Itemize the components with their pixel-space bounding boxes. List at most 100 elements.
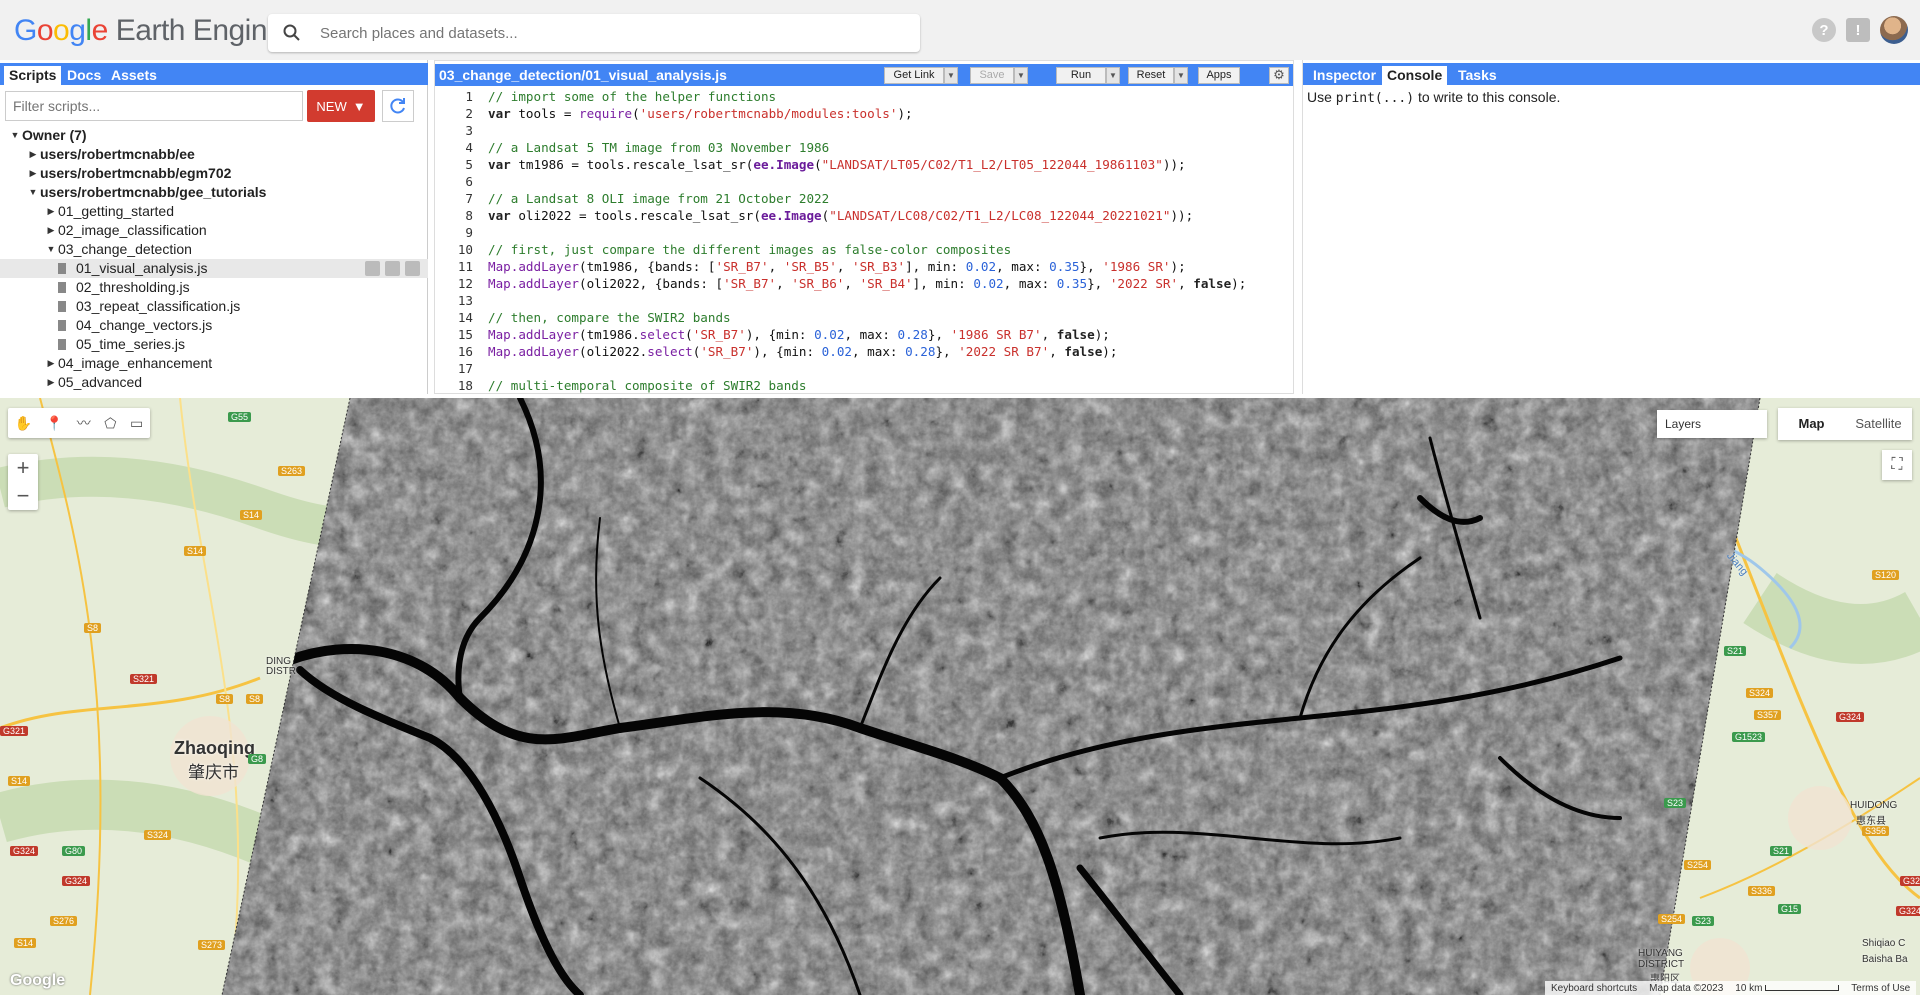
tab-assets[interactable]: Assets	[106, 66, 162, 85]
code-text: Map.addLayer(tm1986.select('SR_B7'), {mi…	[488, 327, 1110, 342]
get-link-button[interactable]: Get Link	[884, 67, 944, 84]
run-button[interactable]: Run	[1056, 67, 1106, 84]
chevron-right-icon[interactable]: ▶	[46, 354, 56, 373]
chevron-down-icon[interactable]: ▼	[10, 126, 20, 145]
script-file-item[interactable]: 01_visual_analysis.js	[0, 259, 428, 278]
avatar[interactable]	[1880, 16, 1908, 44]
tab-docs[interactable]: Docs	[62, 66, 106, 85]
code-line[interactable]: 4 // a Landsat 5 TM image from 03 Novembe…	[435, 139, 1293, 156]
script-folder-item[interactable]: ▼ users/robertmcnabb/gee_tutorials	[0, 183, 428, 202]
chevron-down-icon[interactable]: ▼	[28, 183, 38, 202]
terms-link[interactable]: Terms of Use	[1851, 983, 1910, 994]
reset-button[interactable]: Reset	[1128, 67, 1174, 84]
apps-button[interactable]: Apps	[1198, 67, 1240, 84]
script-folder-item[interactable]: ▶ 01_getting_started	[0, 202, 428, 221]
tab-inspector[interactable]: Inspector	[1308, 66, 1381, 85]
chevron-down-icon[interactable]: ▼	[46, 240, 56, 259]
code-line[interactable]: 9	[435, 224, 1293, 241]
zoom-out-button[interactable]: −	[8, 482, 38, 510]
new-button[interactable]: NEW ▼	[307, 90, 375, 122]
script-file-item[interactable]: 04_change_vectors.js	[0, 316, 428, 335]
fullscreen-icon[interactable]: ⛶	[1882, 450, 1912, 480]
map-view[interactable]: ✋ 📍 〰 ⬠ ▭ + − Layers Map Satellite ⛶ Zha…	[0, 398, 1920, 995]
code-line[interactable]: 5 var tm1986 = tools.rescale_lsat_sr(ee.I…	[435, 156, 1293, 173]
refresh-button[interactable]	[382, 90, 414, 122]
rectangle-icon[interactable]: ▭	[130, 415, 143, 432]
point-marker-icon[interactable]: 📍	[46, 415, 63, 432]
map-type-map-button[interactable]: Map	[1778, 408, 1845, 440]
tab-console[interactable]: Console	[1382, 66, 1448, 85]
road-badge: S14	[14, 938, 37, 948]
line-number: 14	[457, 310, 473, 325]
code-line[interactable]: 16 Map.addLayer(oli2022.select('SR_B7'), …	[435, 343, 1293, 360]
code-line[interactable]: 7 // a Landsat 8 OLI image from 21 Octobe…	[435, 190, 1293, 207]
code-line[interactable]: 13	[435, 292, 1293, 309]
line-number: 16	[457, 344, 473, 359]
code-line[interactable]: 10 // first, just compare the different i…	[435, 241, 1293, 258]
code-line[interactable]: 15 Map.addLayer(tm1986.select('SR_B7'), {…	[435, 326, 1293, 343]
search-box[interactable]	[268, 14, 920, 52]
polygon-icon[interactable]: ⬠	[104, 415, 116, 432]
chevron-right-icon[interactable]: ▶	[28, 164, 38, 183]
chevron-right-icon[interactable]: ▶	[46, 373, 56, 392]
reset-dropdown[interactable]: ▼	[1174, 67, 1188, 84]
code-line[interactable]: 12 Map.addLayer(oli2022, {bands: ['SR_B7'…	[435, 275, 1293, 292]
script-folder-item[interactable]: ▶ 05_advanced	[0, 373, 428, 392]
code-line[interactable]: 11 Map.addLayer(tm1986, {bands: ['SR_B7',…	[435, 258, 1293, 275]
tab-scripts[interactable]: Scripts	[4, 66, 62, 85]
earth-engine-logo[interactable]: Google Earth Engine	[14, 14, 284, 48]
code-text: // multi-temporal composite of SWIR2 ban…	[488, 378, 807, 393]
code-line[interactable]: 6	[435, 173, 1293, 190]
code-text: var oli2022 = tools.rescale_lsat_sr(ee.I…	[488, 208, 1194, 223]
filter-scripts-input[interactable]	[6, 92, 302, 120]
script-file-item[interactable]: 05_time_series.js	[0, 335, 428, 354]
script-folder-item[interactable]: ▶ users/robertmcnabb/egm702	[0, 164, 428, 183]
place-label: Baisha Ba	[1862, 954, 1908, 965]
save-dropdown[interactable]: ▼	[1014, 67, 1028, 84]
run-dropdown[interactable]: ▼	[1106, 67, 1120, 84]
edit-icon[interactable]	[385, 261, 400, 276]
tree-item-label: users/robertmcnabb/gee_tutorials	[40, 184, 267, 200]
save-button[interactable]: Save	[970, 67, 1014, 84]
feedback-icon[interactable]: !	[1846, 18, 1870, 42]
search-input[interactable]	[318, 20, 898, 46]
history-icon[interactable]	[365, 261, 380, 276]
drawing-tools: ✋ 📍 〰 ⬠ ▭	[8, 408, 150, 438]
chevron-right-icon[interactable]: ▶	[46, 221, 56, 240]
filter-scripts-field[interactable]	[5, 91, 303, 121]
code-line[interactable]: 8 var oli2022 = tools.rescale_lsat_sr(ee.…	[435, 207, 1293, 224]
line-number: 3	[465, 123, 473, 138]
script-folder-item[interactable]: ▶ 04_image_enhancement	[0, 354, 428, 373]
script-folder-item[interactable]: ▶ 02_image_classification	[0, 221, 428, 240]
code-line[interactable]: 18 // multi-temporal composite of SWIR2 b…	[435, 377, 1293, 393]
get-link-dropdown[interactable]: ▼	[944, 67, 958, 84]
code-area[interactable]: 1// import some of the helper functions 2…	[435, 88, 1293, 393]
code-line[interactable]: 14 // then, compare the SWIR2 bands	[435, 309, 1293, 326]
tab-tasks[interactable]: Tasks	[1453, 66, 1502, 85]
road-badge: S254	[1658, 914, 1686, 924]
code-line[interactable]: 17	[435, 360, 1293, 377]
help-icon[interactable]: ?	[1812, 18, 1836, 42]
chevron-right-icon[interactable]: ▶	[28, 145, 38, 164]
keyboard-shortcuts-link[interactable]: Keyboard shortcuts	[1551, 983, 1637, 994]
line-number: 18	[457, 378, 473, 393]
map-type-satellite-button[interactable]: Satellite	[1845, 408, 1912, 440]
file-icon	[58, 339, 66, 350]
script-folder-item[interactable]: ▼ Owner (7)	[0, 126, 428, 145]
code-line[interactable]: 1 // import some of the helper functions	[435, 88, 1293, 105]
script-file-item[interactable]: 03_repeat_classification.js	[0, 297, 428, 316]
layers-button[interactable]: Layers	[1657, 410, 1767, 438]
code-text: // a Landsat 8 OLI image from 21 October…	[488, 191, 830, 206]
script-file-item[interactable]: 02_thresholding.js	[0, 278, 428, 297]
script-folder-item[interactable]: ▶ users/robertmcnabb/ee	[0, 145, 428, 164]
tree-item-label: 01_getting_started	[58, 203, 174, 219]
delete-icon[interactable]	[405, 261, 420, 276]
code-line[interactable]: 2 var tools = require('users/robertmcnabb…	[435, 105, 1293, 122]
code-line[interactable]: 3	[435, 122, 1293, 139]
hand-icon[interactable]: ✋	[15, 415, 32, 432]
gear-icon[interactable]: ⚙	[1269, 67, 1289, 84]
script-folder-item[interactable]: ▼ 03_change_detection	[0, 240, 428, 259]
chevron-right-icon[interactable]: ▶	[46, 202, 56, 221]
zoom-in-button[interactable]: +	[8, 454, 38, 482]
line-icon[interactable]: 〰	[77, 413, 91, 433]
